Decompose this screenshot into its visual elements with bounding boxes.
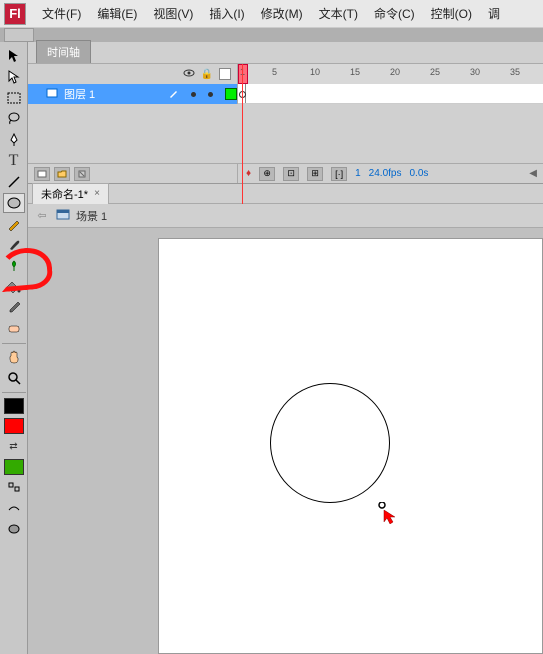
fps-value: 24.0fps: [369, 168, 402, 179]
close-icon[interactable]: ×: [94, 188, 100, 199]
menu-bar: Fl 文件(F) 编辑(E) 视图(V) 插入(I) 修改(M) 文本(T) 命…: [0, 0, 543, 28]
free-transform-tool[interactable]: [3, 88, 25, 108]
layer-header: 🔒: [28, 64, 238, 84]
frame-num: 20: [390, 67, 400, 77]
marker-button[interactable]: [·]: [331, 167, 347, 181]
line-tool[interactable]: [3, 172, 25, 192]
layer-footer: [28, 164, 238, 183]
option-smooth-icon[interactable]: [3, 498, 25, 518]
scroll-left-icon[interactable]: ◀: [529, 168, 543, 179]
text-tool[interactable]: T: [3, 151, 25, 171]
timeline-footer: ♦ ⊕ ⊡ ⊞ [·] 1 24.0fps 0.0s ◀: [238, 164, 543, 183]
app-logo: Fl: [4, 3, 26, 25]
menu-text[interactable]: 文本(T): [311, 1, 366, 26]
stroke-color-swatch[interactable]: [4, 398, 24, 414]
cursor-indicator: [378, 502, 398, 529]
timeline-tabs: 时间轴: [28, 42, 543, 64]
zoom-tool[interactable]: [3, 368, 25, 388]
outline-color-icon[interactable]: [225, 88, 237, 100]
lock-dot[interactable]: [208, 92, 213, 97]
frame-num: 25: [430, 67, 440, 77]
visibility-dot[interactable]: [191, 92, 196, 97]
menu-modify[interactable]: 修改(M): [253, 1, 311, 26]
layer-name-label: 图层 1: [64, 86, 95, 102]
subselection-tool[interactable]: [3, 67, 25, 87]
scene-icon: [56, 208, 70, 223]
eraser-tool[interactable]: [3, 319, 25, 339]
menu-tune[interactable]: 调: [480, 1, 508, 26]
fill-color-swatch[interactable]: [4, 418, 24, 434]
pencil-tool[interactable]: [3, 214, 25, 234]
hand-tool[interactable]: [3, 347, 25, 367]
edit-bar: ⇦ 场景 1: [28, 204, 543, 228]
alt-fill-swatch[interactable]: [4, 459, 24, 475]
oval-tool[interactable]: [3, 193, 25, 213]
frame-num: 5: [272, 67, 277, 77]
pen-tool[interactable]: [3, 130, 25, 150]
option-snap-icon[interactable]: [3, 477, 25, 497]
frames-ruler[interactable]: 1 5 10 15 20 25 30 35 40: [238, 64, 543, 84]
lasso-tool[interactable]: [3, 109, 25, 129]
pencil-icon: [169, 88, 179, 101]
frame-num: 10: [310, 67, 320, 77]
document-tab[interactable]: 未命名-1* ×: [32, 183, 109, 205]
paint-bucket-tool[interactable]: [3, 277, 25, 297]
panel-handle[interactable]: [4, 28, 34, 42]
outline-icon[interactable]: [219, 68, 231, 80]
eyedropper-tool[interactable]: [3, 298, 25, 318]
current-frame-value: 1: [355, 168, 361, 179]
back-icon[interactable]: ⇦: [34, 208, 50, 224]
scene-label[interactable]: 场景 1: [76, 208, 107, 224]
deco-tool[interactable]: [3, 256, 25, 276]
onion-skin-button[interactable]: ⊕: [259, 167, 275, 181]
delete-layer-button[interactable]: [74, 167, 90, 181]
menu-file[interactable]: 文件(F): [34, 1, 89, 26]
lock-icon[interactable]: 🔒: [201, 69, 213, 80]
frame-num: 30: [470, 67, 480, 77]
menu-control[interactable]: 控制(O): [423, 1, 480, 26]
selection-tool[interactable]: [3, 46, 25, 66]
drawn-circle-shape[interactable]: [270, 383, 390, 503]
layer-row[interactable]: 图层 1: [28, 84, 543, 104]
time-value: 0.0s: [409, 168, 428, 179]
scrub-icon[interactable]: ♦: [246, 168, 251, 179]
brush-tool[interactable]: [3, 235, 25, 255]
new-layer-button[interactable]: [34, 167, 50, 181]
menu-view[interactable]: 视图(V): [145, 1, 201, 26]
option-oval-icon[interactable]: [3, 519, 25, 539]
menu-insert[interactable]: 插入(I): [201, 1, 252, 26]
layer-icon: [46, 88, 58, 101]
timeline-tab[interactable]: 时间轴: [36, 40, 91, 63]
new-folder-button[interactable]: [54, 167, 70, 181]
edit-multiple-button[interactable]: ⊞: [307, 167, 323, 181]
tools-panel: T ⇄: [0, 42, 28, 654]
document-tabs: 未命名-1* ×: [28, 184, 543, 204]
onion-skin-outline-button[interactable]: ⊡: [283, 167, 299, 181]
menu-commands[interactable]: 命令(C): [366, 1, 423, 26]
swap-colors-icon[interactable]: ⇄: [3, 436, 25, 456]
timeline-panel: 🔒 1 5 10 15 20 25 30 35 40: [28, 64, 543, 184]
frame-num: 15: [350, 67, 360, 77]
document-tab-label: 未命名-1*: [41, 186, 88, 202]
frames-track[interactable]: [238, 84, 543, 104]
menu-edit[interactable]: 编辑(E): [89, 1, 145, 26]
eye-icon[interactable]: [183, 65, 195, 83]
frame-num: 35: [510, 67, 520, 77]
